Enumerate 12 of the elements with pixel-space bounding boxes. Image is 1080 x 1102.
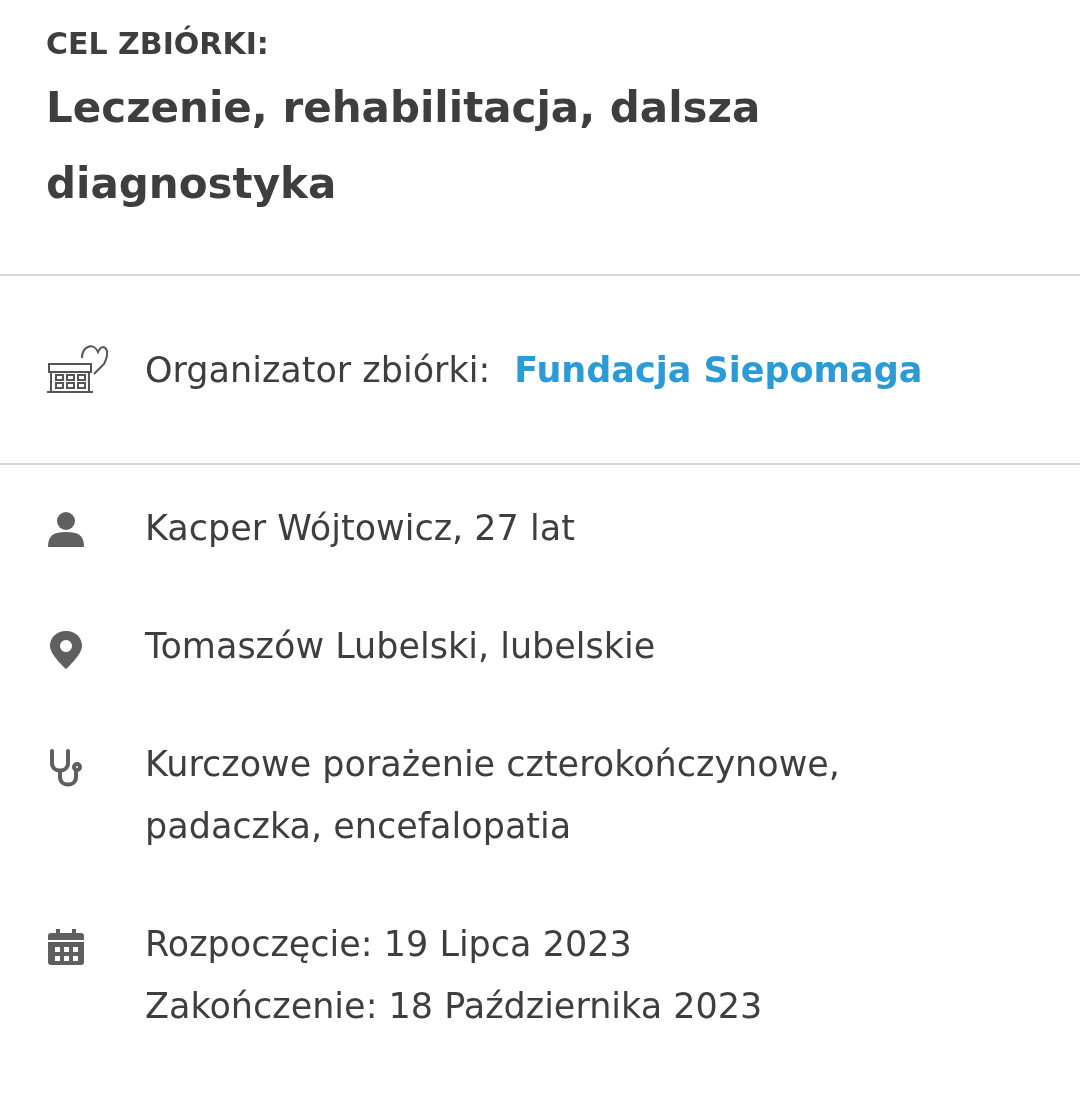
goal-title: Leczenie, rehabilitacja, dalsza diagnostyka: [46, 82, 762, 210]
detail-text: padaczka, encefalopatia: [145, 805, 573, 848]
detail-text: Kacper Wójtowicz, 27 lat: [145, 507, 575, 550]
detail-text: Rozpoczęcie: 19 Lipca 2023: [145, 923, 633, 966]
section-label: CEL ZBIÓRKI:: [46, 24, 270, 63]
organizer-label: Organizator zbiórki:: [145, 349, 491, 390]
detail-text: Zakończenie: 18 Października 2023: [145, 985, 763, 1028]
detail-text: Tomaszów Lubelski, lubelskie: [145, 625, 656, 668]
detail-text: Kurczowe porażenie czterokończynowe,: [145, 743, 840, 786]
organizer-link[interactable]: Fundacja Siepomaga: [514, 349, 923, 390]
building-heart-icon: [46, 343, 108, 396]
calendar-icon: [46, 927, 86, 967]
